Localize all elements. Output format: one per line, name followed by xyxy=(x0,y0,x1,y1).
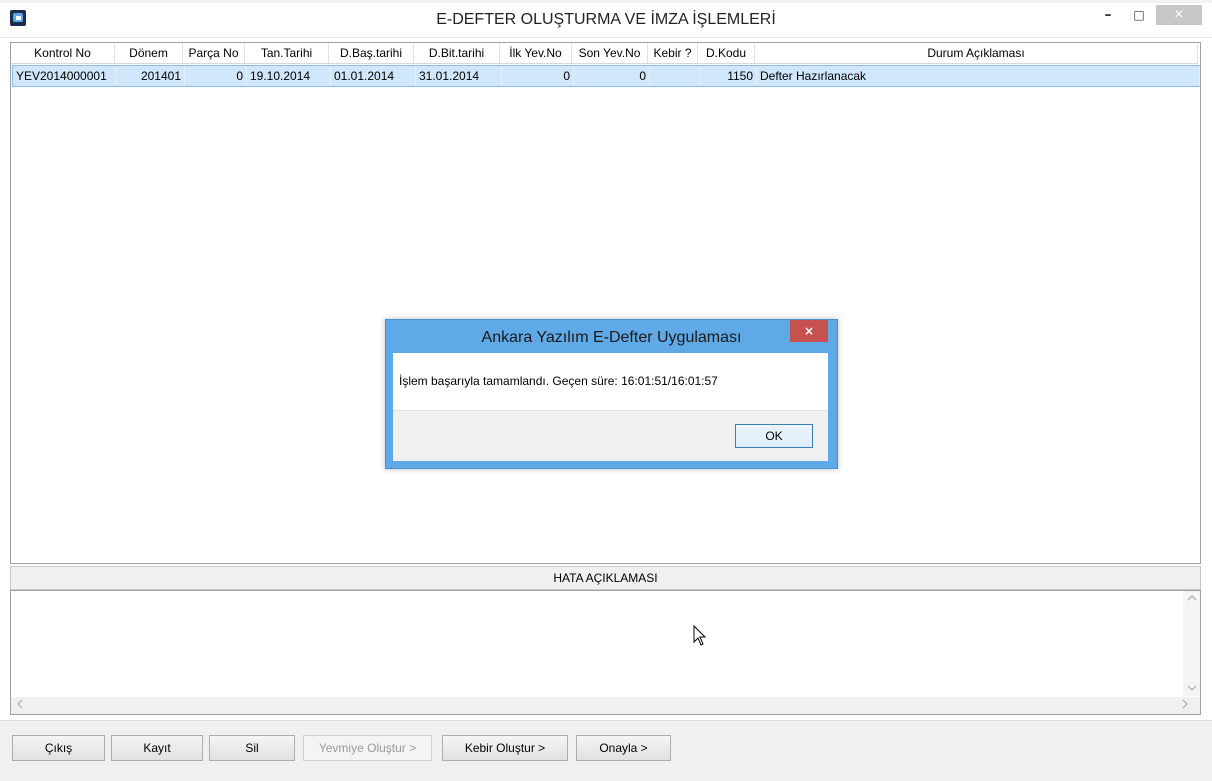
scroll-up-icon[interactable] xyxy=(1183,593,1200,604)
column-header[interactable]: Kebir ? xyxy=(648,43,698,63)
dialog-footer: OK xyxy=(393,410,828,461)
cell-kebir[interactable] xyxy=(650,66,700,86)
scroll-left-icon[interactable] xyxy=(17,698,23,712)
scroll-right-icon[interactable] xyxy=(1182,698,1188,712)
create-ledger-button[interactable]: Kebir Oluştur > xyxy=(442,735,568,761)
column-header[interactable]: Son Yev.No xyxy=(572,43,648,63)
cell-kontrol-no[interactable]: YEV2014000001 xyxy=(13,66,117,86)
dialog-close-button[interactable]: × xyxy=(790,320,828,342)
title-bar: E-DEFTER OLUŞTURMA VE İMZA İŞLEMLERİ – □… xyxy=(0,3,1212,38)
column-header[interactable]: D.Kodu xyxy=(698,43,755,63)
ok-button[interactable]: OK xyxy=(735,424,813,448)
cell-donem[interactable]: 201401 xyxy=(117,66,185,86)
maximize-button[interactable]: □ xyxy=(1126,5,1152,25)
records-grid[interactable]: Kontrol No Dönem Parça No Tan.Tarihi D.B… xyxy=(10,42,1201,564)
table-row[interactable]: YEV2014000001 201401 0 19.10.2014 01.01.… xyxy=(12,65,1200,87)
column-header[interactable]: D.Bit.tarihi xyxy=(414,43,500,63)
save-button[interactable]: Kayıt xyxy=(111,735,203,761)
create-journal-button[interactable]: Yevmiye Oluştur > xyxy=(303,735,432,761)
dialog-body: İşlem başarıyla tamamlandı. Geçen süre: … xyxy=(393,353,828,461)
cell-durum-aciklamasi[interactable]: Defter Hazırlanacak xyxy=(757,66,1200,86)
column-header[interactable]: Tan.Tarihi xyxy=(245,43,329,63)
mouse-cursor-icon xyxy=(693,624,707,650)
column-header[interactable]: Kontrol No xyxy=(11,43,115,63)
exit-button[interactable]: Çıkış xyxy=(12,735,105,761)
scroll-down-icon[interactable] xyxy=(1183,683,1200,694)
cell-ilk-yev-no[interactable]: 0 xyxy=(502,66,574,86)
column-header[interactable]: D.Baş.tarihi xyxy=(329,43,414,63)
column-header[interactable]: Durum Açıklaması xyxy=(755,43,1198,63)
cell-parca-no[interactable]: 0 xyxy=(185,66,247,86)
cell-d-bas-tarihi[interactable]: 01.01.2014 xyxy=(331,66,416,86)
cell-tan-tarihi[interactable]: 19.10.2014 xyxy=(247,66,331,86)
delete-button[interactable]: Sil xyxy=(209,735,295,761)
dialog-title: Ankara Yazılım E-Defter Uygulaması xyxy=(481,329,742,346)
column-header[interactable]: Dönem xyxy=(115,43,183,63)
cell-son-yev-no[interactable]: 0 xyxy=(574,66,650,86)
dialog-message: İşlem başarıyla tamamlandı. Geçen süre: … xyxy=(399,374,718,388)
grid-header: Kontrol No Dönem Parça No Tan.Tarihi D.B… xyxy=(11,43,1198,64)
message-dialog[interactable]: Ankara Yazılım E-Defter Uygulaması × İşl… xyxy=(385,319,838,469)
horizontal-scrollbar[interactable] xyxy=(11,697,1200,714)
window-title: E-DEFTER OLUŞTURMA VE İMZA İŞLEMLERİ xyxy=(436,11,776,28)
minimize-button[interactable]: – xyxy=(1095,5,1121,25)
close-button[interactable]: × xyxy=(1156,5,1202,25)
approve-button[interactable]: Onayla > xyxy=(576,735,671,761)
column-header[interactable]: İlk Yev.No xyxy=(500,43,572,63)
vertical-scrollbar[interactable] xyxy=(1183,591,1200,696)
error-textarea[interactable] xyxy=(10,590,1201,715)
cell-d-bit-tarihi[interactable]: 31.01.2014 xyxy=(416,66,502,86)
cell-d-kodu[interactable]: 1150 xyxy=(700,66,757,86)
error-panel-title: HATA AÇIKLAMASI xyxy=(10,566,1201,590)
column-header[interactable]: Parça No xyxy=(183,43,245,63)
